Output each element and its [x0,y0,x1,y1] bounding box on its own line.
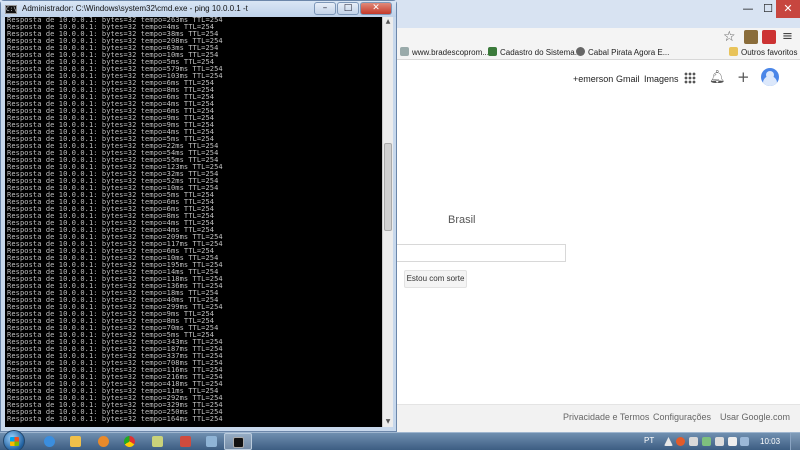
tray-app-icon[interactable] [689,437,698,446]
privacy-terms-link[interactable]: Privacidade e Termos [563,412,649,422]
scroll-thumb[interactable] [384,143,392,231]
chrome-menu-icon[interactable]: ≡ [782,29,793,44]
media-player-icon [98,436,109,447]
tray-app-icon[interactable] [676,437,685,446]
start-button[interactable] [3,430,25,450]
show-hidden-icons-icon[interactable] [664,437,673,446]
chrome-close-button[interactable]: ✕ [776,0,800,18]
bookmark-label: Cabal Pirata Agora E... [588,48,670,57]
app-icon [180,436,191,447]
gmail-link[interactable]: Gmail [616,74,640,84]
extension-icon[interactable] [744,30,758,44]
cmd-icon [233,437,244,448]
taskbar-internet-explorer[interactable] [36,433,62,450]
google-plus-link[interactable]: +emerson [573,74,613,84]
cmd-titlebar[interactable]: C:\ Administrador: C:\Windows\system32\c… [1,1,396,17]
flag-icon[interactable] [715,437,724,446]
extension-icon[interactable] [762,30,776,44]
folder-icon [729,47,738,56]
taskbar-media-player[interactable] [90,433,116,450]
taskbar-app[interactable] [198,433,224,450]
scroll-down-arrow-icon[interactable]: ▼ [383,417,393,427]
internet-explorer-icon [44,436,55,447]
bell-icon[interactable]: 🔔︎ [709,70,726,85]
images-link[interactable]: Imagens [644,74,679,84]
cmd-maximize-button[interactable]: □ [337,2,359,15]
console-scrollbar[interactable]: ▲ ▼ [382,17,393,427]
bookmark-item[interactable]: Cabal Pirata Agora E... [576,46,669,60]
clock[interactable]: 10:03 [760,437,780,446]
google-country-label: Brasil [448,214,476,226]
app-icon [206,436,217,447]
taskbar-app[interactable] [172,433,198,450]
cmd-minimize-button[interactable]: – [314,2,336,15]
settings-link[interactable]: Configurações [653,412,711,422]
bookmark-item[interactable]: www.bradescoprom... [400,46,489,60]
taskbar-cmd-active[interactable] [224,433,252,450]
plus-icon[interactable]: + [737,68,750,86]
language-indicator[interactable]: PT [644,436,654,445]
taskbar: PT 10:03 [0,430,800,450]
page-icon [400,47,409,56]
lucky-button[interactable]: Estou com sorte [404,270,467,288]
cmd-close-button[interactable]: ✕ [360,2,392,15]
app-icon [152,436,163,447]
cmd-icon: C:\ [5,5,17,14]
network-icon[interactable] [728,437,737,446]
page-icon [488,47,497,56]
google-search-input[interactable] [392,244,566,262]
chrome-icon [124,436,135,447]
volume-icon[interactable] [740,437,749,446]
bookmark-label: Cadastro do Sistema... [500,48,582,57]
cmd-window-title: Administrador: C:\Windows\system32\cmd.e… [22,4,248,13]
taskbar-file-explorer[interactable] [62,433,88,450]
bookmark-label: www.bradescoprom... [412,48,489,57]
use-google-com-link[interactable]: Usar Google.com [720,412,790,422]
apps-grid-icon[interactable] [684,72,696,84]
page-icon [576,47,585,56]
console-line: Resposta de 10.0.0.1: bytes=32 tempo=164… [7,415,223,423]
scroll-up-arrow-icon[interactable]: ▲ [383,17,393,27]
cmd-window: C:\ Administrador: C:\Windows\system32\c… [0,0,397,432]
folder-icon [70,436,81,447]
avatar[interactable] [761,68,779,86]
bookmark-star-icon[interactable]: ☆ [723,29,736,45]
console-output[interactable]: Resposta de 10.0.0.1: bytes=32 tempo=263… [5,17,382,427]
bookmark-label: Outros favoritos [741,48,798,57]
taskbar-app[interactable] [144,433,170,450]
tray-app-icon[interactable] [702,437,711,446]
show-desktop-button[interactable] [790,433,800,450]
taskbar-chrome[interactable] [116,433,142,450]
console-lines: Resposta de 10.0.0.1: bytes=32 tempo=263… [7,17,382,423]
bookmark-item[interactable]: Cadastro do Sistema... [488,46,581,60]
other-bookmarks-folder[interactable]: Outros favoritos [729,46,797,60]
